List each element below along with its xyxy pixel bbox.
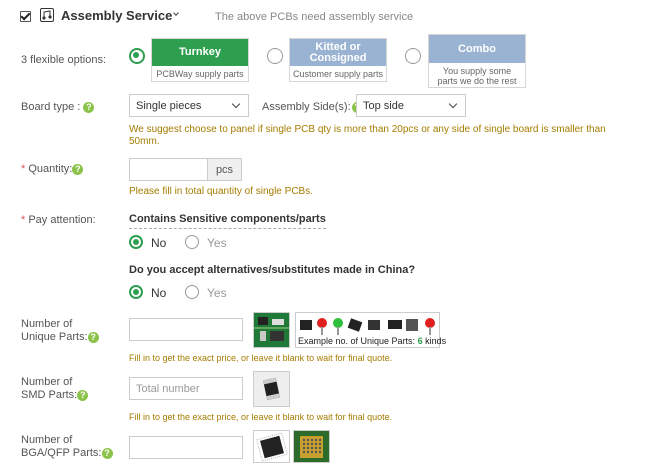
assembly-icon — [40, 8, 54, 22]
unique-parts-label-line1: Number of — [21, 318, 73, 330]
alternatives-yes-radio[interactable] — [185, 285, 199, 299]
pay-attention-label-text: Pay attention: — [28, 214, 96, 226]
unique-parts-example-image: Example no. of Unique Parts: 6 kinds — [295, 312, 446, 348]
options-label: 3 flexible options: — [21, 54, 106, 66]
option-card-turnkey[interactable]: Turnkey PCBWay supply parts — [151, 38, 249, 82]
unique-parts-note: Fill in to get the exact price, or leave… — [129, 353, 393, 363]
help-icon[interactable]: ? — [83, 101, 95, 113]
bga-parts-label: Number of BGA/QFP Parts:? — [21, 434, 113, 460]
board-type-label: Board type : ? — [21, 101, 95, 113]
board-type-select[interactable]: Single pieces — [129, 94, 249, 117]
pay-attention-label: * Pay attention: — [21, 214, 96, 226]
unique-parts-label: Number of Unique Parts:? — [21, 318, 99, 344]
bga-parts-label-line1: Number of — [21, 434, 73, 446]
section-subtitle: The above PCBs need assembly service — [215, 11, 414, 23]
bga-chip-image — [293, 430, 330, 463]
unique-parts-input[interactable] — [129, 318, 243, 341]
option-radio-turnkey[interactable] — [129, 48, 145, 64]
help-icon[interactable]: ? — [87, 331, 99, 343]
smd-parts-note: Fill in to get the exact price, or leave… — [129, 412, 393, 422]
smd-parts-input[interactable]: Total number — [129, 377, 243, 400]
quantity-label-text: Quantity: — [28, 163, 73, 175]
qfp-chip-image — [253, 430, 290, 463]
sensitive-no-radio[interactable] — [129, 235, 143, 249]
required-marker: * — [21, 163, 26, 175]
unique-parts-example-caption: Example no. of Unique Parts: 6 kinds — [298, 336, 446, 346]
unique-parts-label-line2: Unique Parts: — [21, 331, 88, 343]
option-subtitle-combo: You supply some parts we do the rest — [437, 66, 517, 86]
alternatives-no-label[interactable]: No — [151, 286, 166, 300]
alternatives-no-radio[interactable] — [129, 285, 143, 299]
option-title-combo: Combo — [429, 35, 525, 63]
smd-component-image — [253, 371, 290, 407]
assembly-sides-label: Assembly Side(s):? — [262, 101, 363, 113]
bga-parts-label-line2: BGA/QFP Parts: — [21, 447, 102, 459]
alternatives-question: Do you accept alternatives/substitutes m… — [129, 264, 416, 276]
board-type-label-text: Board type : — [21, 101, 81, 113]
smd-parts-label-line2: SMD Parts: — [21, 389, 78, 401]
quantity-label: * Quantity:? — [21, 163, 84, 175]
example-prefix: Example no. of Unique Parts: — [298, 336, 416, 346]
option-title-turnkey: Turnkey — [152, 39, 248, 66]
option-subtitle-kitted: Customer supply parts — [292, 69, 384, 79]
help-icon[interactable]: ? — [72, 163, 84, 175]
panel-suggestion-note: We suggest choose to panel if single PCB… — [129, 124, 606, 147]
assembly-sides-value: Top side — [363, 99, 404, 112]
option-title-kitted: Kitted or Consigned — [290, 39, 386, 66]
sensitive-yes-label[interactable]: Yes — [207, 236, 227, 250]
required-marker: * — [21, 214, 26, 226]
bga-parts-input[interactable] — [129, 436, 243, 459]
help-icon[interactable]: ? — [101, 447, 113, 459]
assembly-service-checkbox[interactable] — [20, 11, 31, 22]
board-type-value: Single pieces — [136, 99, 202, 112]
example-count: 6 — [417, 336, 423, 346]
option-radio-combo[interactable] — [405, 48, 421, 64]
example-suffix: kinds — [425, 336, 447, 346]
smd-parts-label: Number of SMD Parts:? — [21, 376, 89, 402]
option-card-kitted[interactable]: Kitted or Consigned Customer supply part… — [289, 38, 387, 82]
quantity-input[interactable] — [129, 158, 208, 181]
help-icon[interactable]: ? — [77, 389, 89, 401]
quantity-unit-addon: pcs — [208, 158, 242, 181]
sensitive-no-label[interactable]: No — [151, 236, 166, 250]
section-title: Assembly Service — [61, 8, 173, 23]
option-subtitle-turnkey: PCBWay supply parts — [156, 69, 244, 79]
smd-parts-label-line1: Number of — [21, 376, 73, 388]
sensitive-components-question: Contains Sensitive components/parts — [129, 213, 326, 229]
sensitive-yes-radio[interactable] — [185, 235, 199, 249]
assembly-sides-label-text: Assembly Side(s): — [262, 101, 351, 113]
option-card-combo[interactable]: Combo You supply some parts we do the re… — [428, 34, 526, 88]
option-radio-kitted[interactable] — [267, 48, 283, 64]
alternatives-yes-label[interactable]: Yes — [207, 286, 227, 300]
pcb-board-image — [253, 312, 290, 348]
collapse-chevron-icon[interactable] — [173, 10, 179, 16]
quantity-note: Please fill in total quantity of single … — [129, 186, 313, 197]
